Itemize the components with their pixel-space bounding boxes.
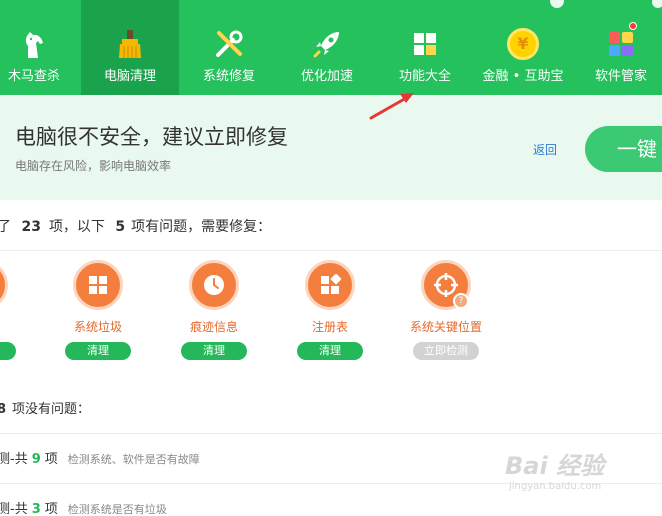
- registry-icon: [321, 274, 341, 294]
- issue-name: 痕迹信息: [189, 320, 238, 334]
- baidu-jingyan-watermark: Bai 经验 jingyan.baidu.com: [505, 446, 604, 492]
- ok-label: 项没有问题：: [12, 402, 91, 417]
- clean-button[interactable]: 清理: [181, 342, 247, 360]
- divider: [0, 250, 662, 251]
- check-row: 测-共 3 项检测系统是否有垃圾: [0, 498, 167, 516]
- nav-item-system-repair[interactable]: 系统修复: [180, 0, 278, 95]
- row-description: 检测系统、软件是否有故障: [67, 453, 200, 466]
- issue-name: 系统关键位置: [409, 320, 482, 334]
- row-description: 检测系统是否有垃圾: [67, 503, 167, 516]
- issue-icon-circle: [189, 260, 239, 310]
- tools-icon: [216, 30, 243, 57]
- nav-item-label: 金融 • 互助宝: [482, 69, 564, 84]
- nav-item-finance[interactable]: ¥ 金融 • 互助宝: [474, 0, 572, 95]
- clean-button[interactable]: 清理: [0, 342, 16, 360]
- banner-subtitle: 电脑存在风险，影响电脑效率: [15, 159, 172, 173]
- back-link[interactable]: 返回: [533, 141, 557, 158]
- scan-suffix-text: 项有问题，需要修复：: [131, 219, 272, 235]
- one-click-fix-button[interactable]: 一键: [585, 126, 662, 172]
- issue-name: 注册表: [311, 320, 348, 334]
- scan-prefix: 了: [0, 219, 11, 235]
- nav-item-label: 优化加速: [300, 69, 353, 84]
- nav-item-computer-clean[interactable]: 电脑清理: [81, 0, 179, 95]
- horse-icon: [25, 32, 43, 58]
- banner-title: 电脑很不安全，建议立即修复: [15, 125, 288, 149]
- issue-name: 系统垃圾: [73, 320, 122, 334]
- nav-item-all-features[interactable]: 功能大全: [376, 0, 474, 95]
- rocket-icon: [313, 32, 339, 58]
- scan-problem-count: 5: [115, 219, 126, 235]
- nav-item-label: 系统修复: [202, 69, 255, 84]
- check-row: 测-共 9 项检测系统、软件是否有故障: [0, 448, 200, 467]
- no-problem-summary: 8 项没有问题：: [0, 398, 90, 417]
- row-prefix: 测-共: [0, 502, 28, 516]
- nav-item-label: 木马查杀: [7, 69, 60, 84]
- nav-item-optimize-speed[interactable]: 优化加速: [278, 0, 376, 95]
- clean-button[interactable]: 清理: [297, 342, 363, 360]
- row-prefix: 测-共: [0, 452, 28, 467]
- coin-icon: ¥: [507, 28, 539, 60]
- coin-symbol: ¥: [517, 34, 529, 53]
- status-banner: 电脑很不安全，建议立即修复 电脑存在风险，影响电脑效率 返回 一键: [0, 95, 662, 200]
- issue-icon-circle: [0, 260, 8, 310]
- watermark-brand: Bai 经验: [505, 452, 605, 480]
- scan-mid-text: 项，以下: [48, 219, 105, 235]
- issue-name: 垃圾: [0, 318, 38, 335]
- broom-icon: [119, 30, 141, 58]
- scan-summary: 了 23 项，以下 5 项有问题，需要修复：: [0, 216, 271, 236]
- detect-now-button[interactable]: 立即检测: [413, 342, 479, 360]
- windows-icon: [89, 276, 107, 294]
- issue-icon-circle: [305, 260, 355, 310]
- clean-button[interactable]: 清理: [65, 342, 131, 360]
- nav-item-trojan-scan[interactable]: 木马查杀: [0, 0, 83, 95]
- nav-item-label: 电脑清理: [103, 69, 156, 84]
- nav-item-software-manager[interactable]: 软件管家: [572, 0, 662, 95]
- software-manager-icon: [609, 32, 633, 56]
- grid-icon: [414, 33, 436, 55]
- row-unit: 项: [44, 502, 58, 516]
- watermark-url: jingyan.baidu.com: [509, 481, 602, 492]
- top-navigation-bar: 木马查杀 电脑清理 系统修复 优化加速 功能大全 ¥ 金融 • 互助宝 软件管家: [0, 0, 662, 95]
- ok-count: 8: [0, 402, 7, 417]
- row-count: 9: [31, 452, 41, 467]
- nav-item-label: 功能大全: [398, 69, 451, 84]
- clock-icon: [204, 275, 224, 295]
- row-count: 3: [31, 502, 41, 516]
- nav-item-label: 软件管家: [594, 69, 647, 84]
- question-badge: ?: [453, 293, 469, 309]
- scan-total-count: 23: [21, 219, 41, 235]
- row-unit: 项: [44, 452, 58, 467]
- issue-icon-circle: [73, 260, 123, 310]
- divider: [0, 433, 662, 434]
